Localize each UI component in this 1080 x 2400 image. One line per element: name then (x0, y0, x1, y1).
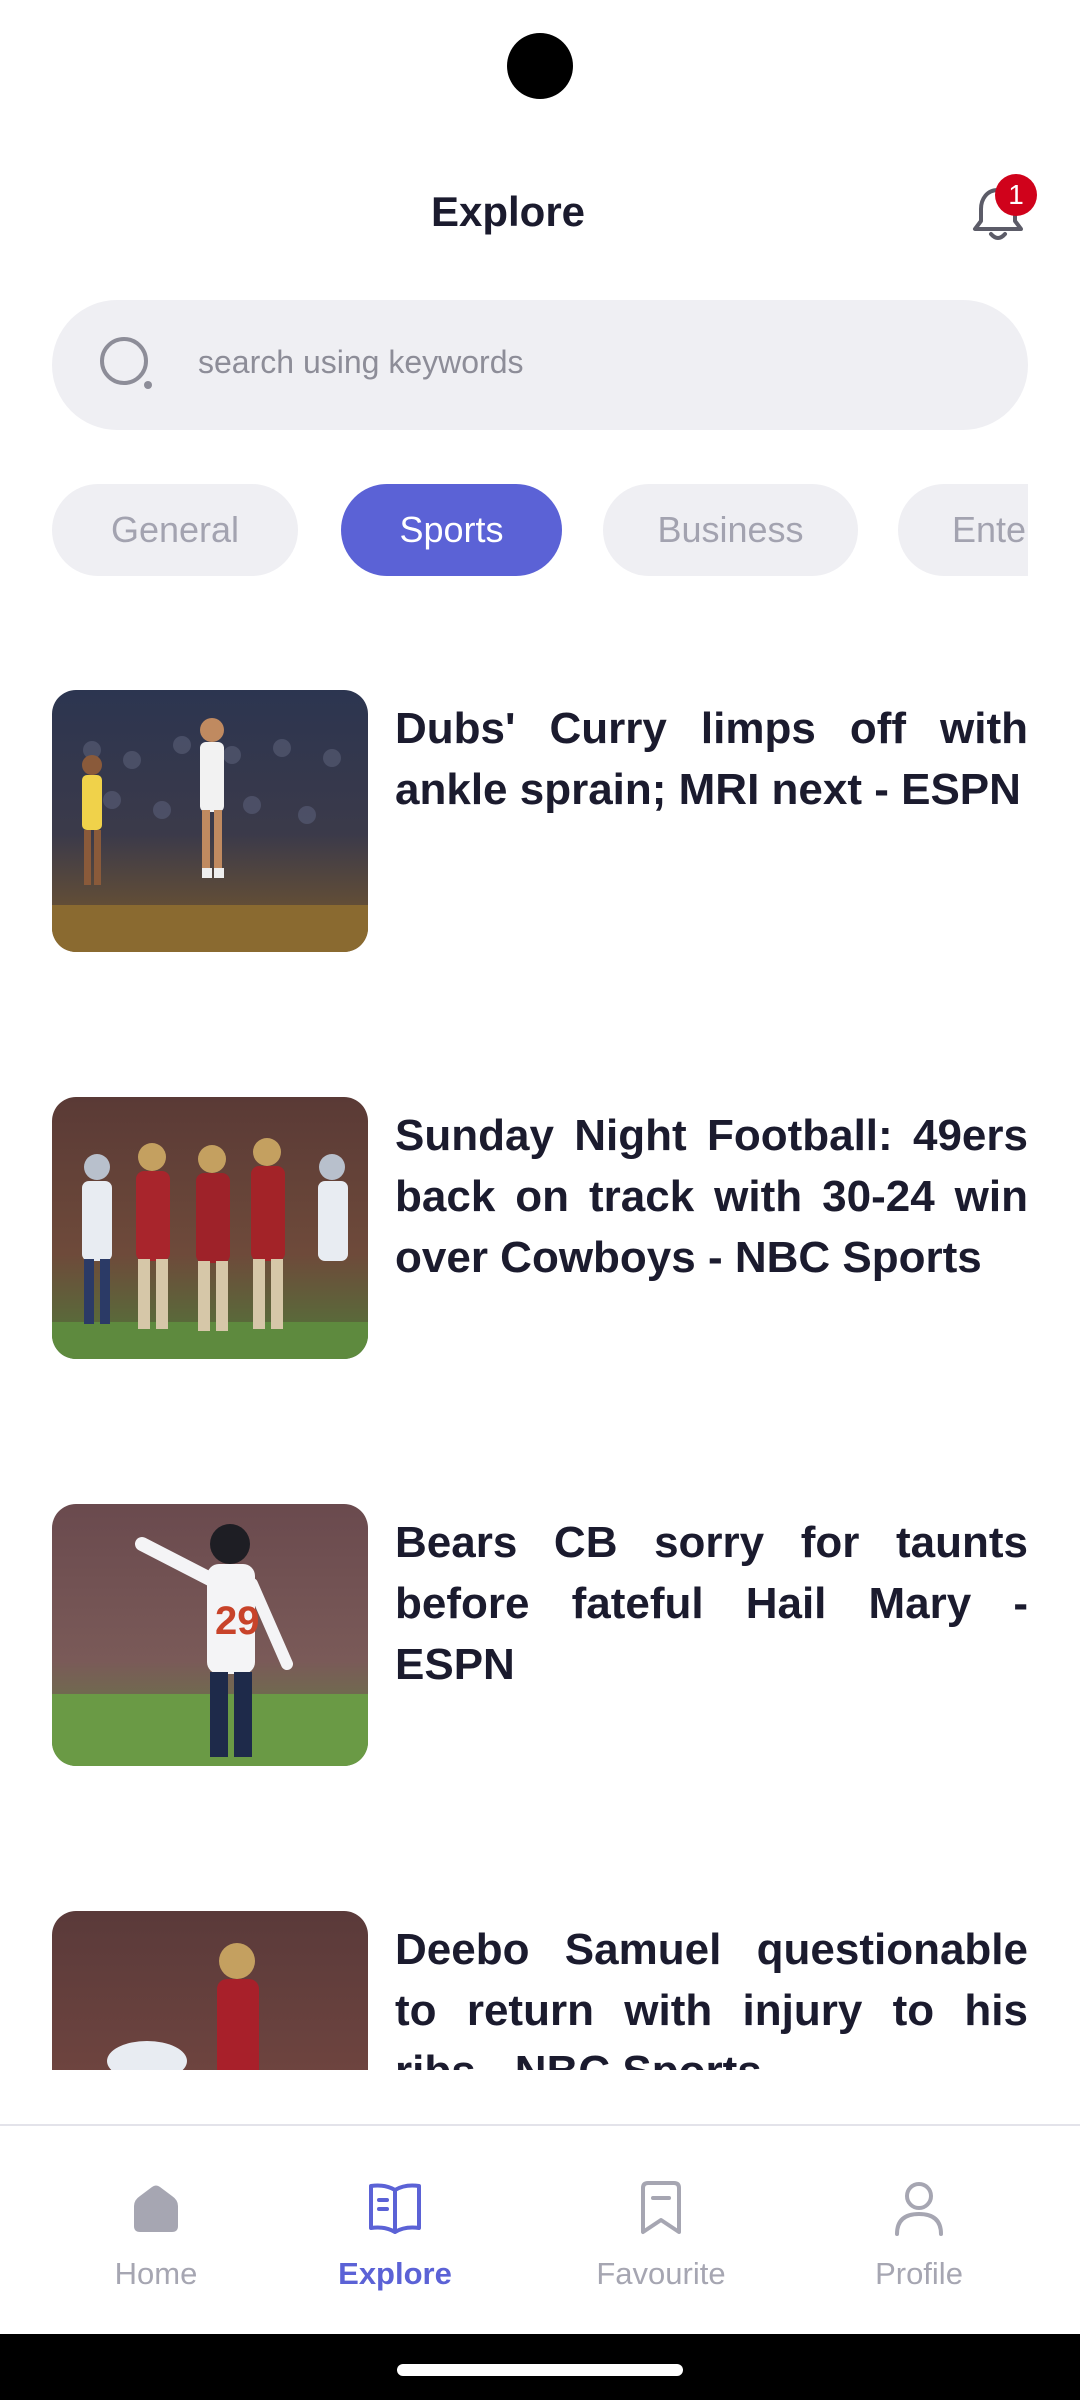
news-item[interactable]: Deebo Samuel questionable to return with… (52, 1911, 1028, 2070)
bookmark-icon (641, 2181, 681, 2234)
article-title[interactable]: Deebo Samuel questionable to return with… (395, 1919, 1028, 2070)
tab-sports[interactable]: Sports (341, 484, 562, 576)
nav-explore-label: Explore (338, 2256, 452, 2291)
nav-favourite-label: Favourite (596, 2256, 726, 2291)
book-icon (369, 2183, 421, 2234)
system-nav-bar (0, 2334, 1080, 2400)
nav-home-label: Home (114, 2256, 198, 2291)
article-title[interactable]: Dubs' Curry limps off with ankle sprain;… (395, 698, 1028, 820)
tab-business[interactable]: Business (603, 484, 858, 576)
home-icon (134, 2185, 178, 2232)
search-bar[interactable]: search using keywords (52, 300, 1028, 430)
news-item[interactable]: Sunday Night Football: 49ers back on tra… (52, 1097, 1028, 1359)
nav-favourite[interactable]: Favourite (551, 2176, 771, 2292)
article-thumbnail (52, 690, 368, 952)
category-tabs: General Sports Business Entertainment (52, 484, 1028, 576)
bottom-nav: Home Explore Favourite Profile (0, 2124, 1080, 2334)
tab-general[interactable]: General (52, 484, 298, 576)
nav-profile-label: Profile (875, 2256, 963, 2291)
nav-home[interactable]: Home (46, 2176, 266, 2292)
tab-entertainment[interactable]: Entertainment (898, 484, 1028, 576)
search-input[interactable]: search using keywords (198, 344, 523, 381)
article-title[interactable]: Bears CB sorry for taunts before fateful… (395, 1512, 1028, 1695)
nav-profile[interactable]: Profile (809, 2176, 1029, 2292)
news-item[interactable]: Dubs' Curry limps off with ankle sprain;… (52, 690, 1028, 952)
nav-explore[interactable]: Explore (285, 2176, 505, 2292)
home-gesture-bar[interactable] (397, 2364, 683, 2376)
article-title[interactable]: Sunday Night Football: 49ers back on tra… (395, 1105, 1028, 1288)
article-thumbnail (52, 1911, 368, 2070)
person-icon (895, 2182, 943, 2236)
news-item[interactable]: 29 Bears CB sorry for taunts before fate… (52, 1504, 1028, 1766)
scroll-content[interactable]: Explore 1 search using keywords General … (0, 0, 1080, 2070)
search-icon (100, 337, 152, 389)
svg-text:29: 29 (215, 1599, 260, 1643)
article-thumbnail: 29 (52, 1504, 368, 1766)
notification-badge: 1 (995, 174, 1037, 216)
article-thumbnail (52, 1097, 368, 1359)
page-title: Explore (430, 188, 586, 235)
